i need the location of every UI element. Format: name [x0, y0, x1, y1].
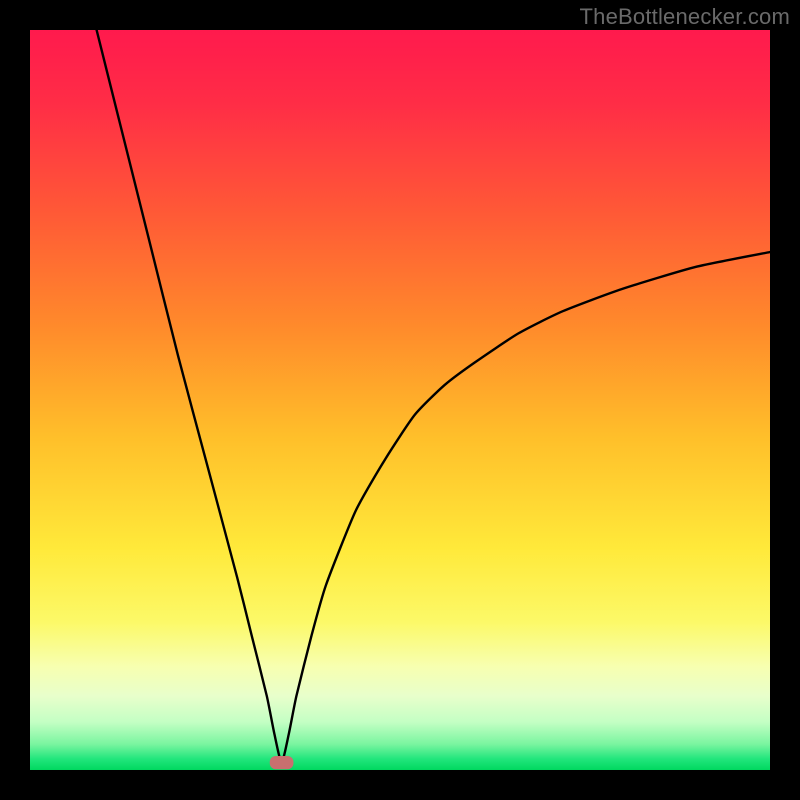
chart-frame [30, 30, 770, 770]
watermark-text: TheBottlenecker.com [580, 4, 790, 30]
optimal-point-marker [270, 756, 294, 769]
bottleneck-chart [30, 30, 770, 770]
gradient-background [30, 30, 770, 770]
